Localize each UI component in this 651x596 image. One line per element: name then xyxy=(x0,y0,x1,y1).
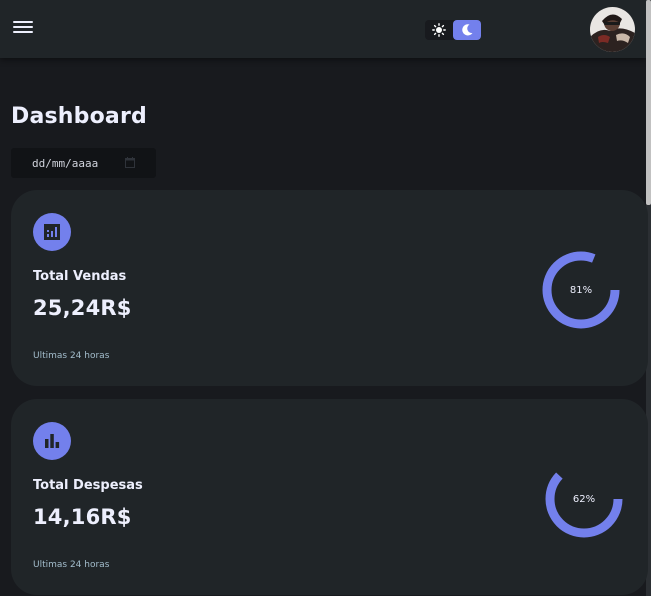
card-value: 14,16R$ xyxy=(33,505,132,529)
light-mode-icon[interactable] xyxy=(425,20,453,40)
analytics-icon xyxy=(33,213,71,251)
progress-percent: 62% xyxy=(572,493,596,505)
card-value: 25,24R$ xyxy=(33,296,132,320)
menu-icon[interactable] xyxy=(13,19,33,35)
calendar-icon[interactable] xyxy=(125,157,135,168)
card-label: Total Vendas xyxy=(33,269,127,284)
top-bar xyxy=(0,0,646,58)
expenses-card: Total Despesas 14,16R$ 62% Ultimas 24 ho… xyxy=(11,399,648,595)
theme-toggler[interactable] xyxy=(425,20,481,40)
card-label: Total Despesas xyxy=(33,478,143,493)
progress-ring: 81% xyxy=(536,245,626,335)
progress-ring: 62% xyxy=(539,454,629,544)
progress-percent: 81% xyxy=(569,284,593,296)
page-title: Dashboard xyxy=(11,104,147,129)
page: Dashboard dd/mm/aaaa Total Vendas 25,24R… xyxy=(0,0,651,596)
dark-mode-icon[interactable] xyxy=(453,20,481,40)
date-input[interactable]: dd/mm/aaaa xyxy=(11,148,156,178)
card-subtitle: Ultimas 24 horas xyxy=(33,560,110,570)
date-input-placeholder: dd/mm/aaaa xyxy=(32,156,99,170)
bar-chart-icon xyxy=(33,422,71,460)
card-subtitle: Ultimas 24 horas xyxy=(33,351,110,361)
scrollbar-thumb[interactable] xyxy=(646,0,651,205)
avatar[interactable] xyxy=(590,7,635,52)
sales-card: Total Vendas 25,24R$ 81% Ultimas 24 hora… xyxy=(11,190,648,386)
